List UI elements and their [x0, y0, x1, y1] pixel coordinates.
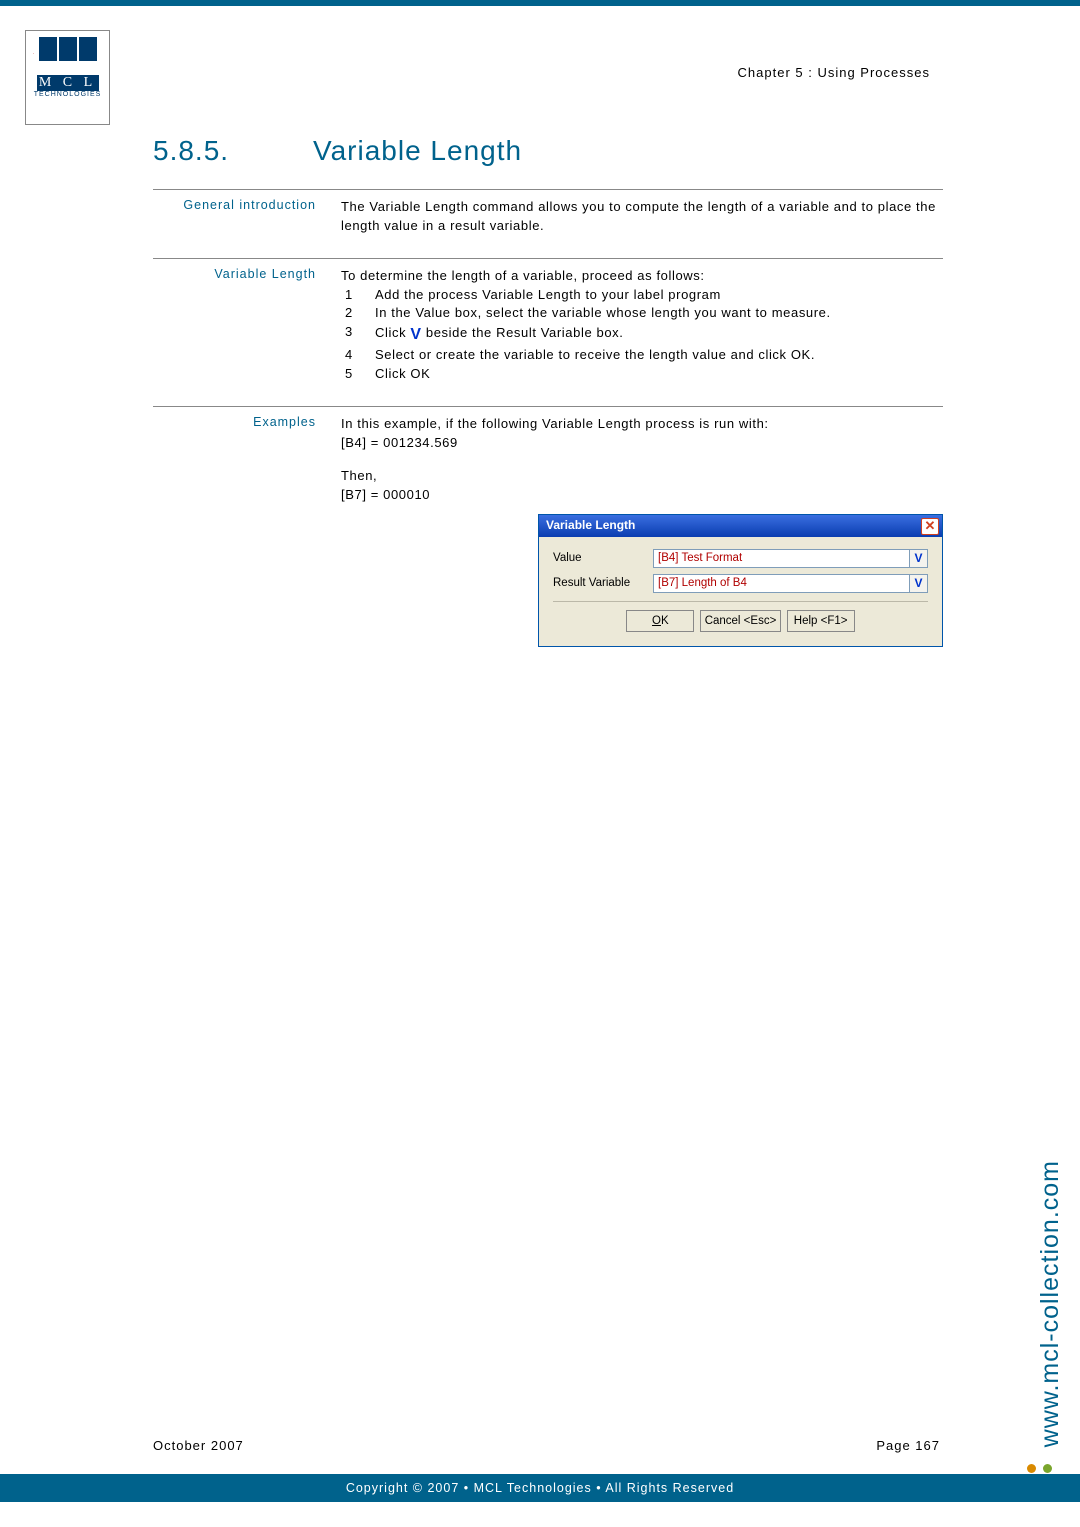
side-url: www.mcl-collection.com — [1036, 1160, 1065, 1447]
chapter-label: Chapter 5 : Using Processes — [738, 65, 930, 80]
step-3: Click V beside the Result Variable box. — [375, 323, 943, 346]
result-v-button[interactable]: V — [910, 574, 928, 593]
ok-button[interactable]: OK — [626, 610, 694, 632]
variable-length-dialog: Variable Length ✕ Value V — [538, 514, 943, 646]
help-button[interactable]: Help <F1> — [787, 610, 855, 632]
dialog-title: Variable Length — [546, 517, 635, 534]
ex-p4: [B7] = 000010 — [341, 486, 943, 505]
result-label: Result Variable — [553, 575, 653, 592]
result-input[interactable] — [653, 574, 910, 593]
value-input[interactable] — [653, 549, 910, 568]
v-icon: V — [410, 323, 421, 346]
mcl-logo: M C L TECHNOLOGIES — [25, 30, 110, 125]
steps-lead: To determine the length of a variable, p… — [341, 267, 943, 286]
title-number: 5.8.5. — [153, 135, 313, 167]
title-text: Variable Length — [313, 135, 522, 167]
cancel-button[interactable]: Cancel <Esc> — [700, 610, 782, 632]
step-4: Select or create the variable to receive… — [375, 346, 943, 365]
intro-body: The Variable Length command allows you t… — [341, 198, 943, 236]
value-v-button[interactable]: V — [910, 549, 928, 568]
ex-p1: In this example, if the following Variab… — [341, 415, 943, 434]
footer-copyright: Copyright © 2007 • MCL Technologies • Al… — [0, 1474, 1080, 1502]
step-1: Add the process Variable Length to your … — [375, 286, 943, 305]
close-icon[interactable]: ✕ — [921, 518, 939, 535]
steps-label: Variable Length — [153, 267, 341, 384]
value-label: Value — [553, 550, 653, 567]
side-dots — [1027, 1464, 1052, 1473]
step-5: Click OK — [375, 365, 943, 384]
top-accent-bar — [0, 0, 1080, 6]
step-2: In the Value box, select the variable wh… — [375, 304, 943, 323]
page-title: 5.8.5. Variable Length — [153, 135, 943, 167]
intro-label: General introduction — [153, 198, 341, 236]
ex-p3: Then, — [341, 467, 943, 486]
footer-page: Page 167 — [876, 1438, 940, 1453]
logo-subtext: TECHNOLOGIES — [34, 91, 102, 98]
examples-label: Examples — [153, 415, 341, 647]
footer-date: October 2007 — [153, 1438, 244, 1453]
ex-p2: [B4] = 001234.569 — [341, 434, 943, 453]
